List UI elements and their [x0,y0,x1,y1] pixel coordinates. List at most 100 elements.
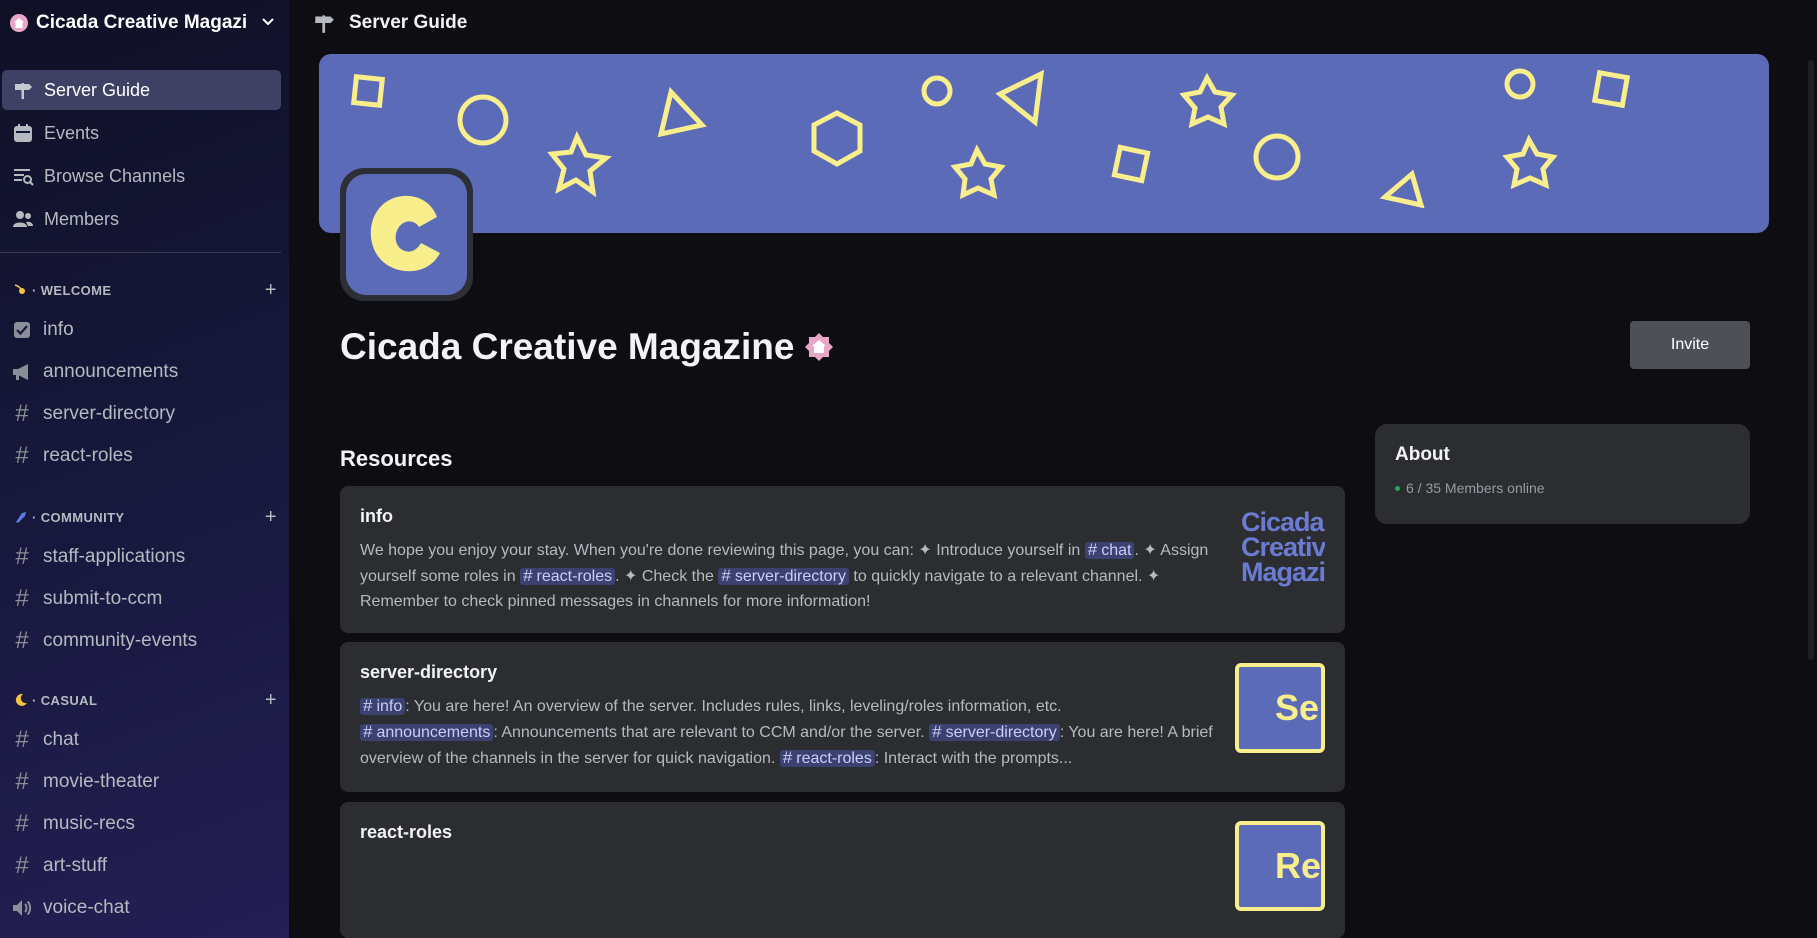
mention-label: react-roles [796,750,872,767]
resource-card-info[interactable]: info We hope you enjoy your stay. When y… [340,486,1345,633]
signpost-icon [12,79,34,101]
channel-server-directory[interactable]: # server-directory [0,393,289,435]
channel-label: react-roles [43,445,133,466]
top-bar: Server Guide [289,0,1817,46]
channel-community-events[interactable]: # community-events [0,620,289,662]
mention-label: info [376,698,403,715]
browse-channels-icon [12,165,34,187]
main-scrollbar[interactable] [1805,46,1817,938]
category-label: · WELCOME [32,282,112,298]
about-panel: About 6 / 35 Members online [1375,424,1750,524]
channel-label: server-directory [43,403,175,424]
guide-nav: Server Guide Events Browse Channels Memb… [0,46,289,239]
nav-label: Members [44,208,120,229]
invite-button[interactable]: Invite [1630,321,1750,369]
channel-label: submit-to-ccm [43,588,163,609]
main-content: Cicada Creative Magazine Invite Resource… [289,46,1805,938]
nav-label: Server Guide [44,79,151,100]
channel-chat[interactable]: # chat [0,719,289,761]
thumbnail-text: Rea [1275,845,1322,886]
add-channel-icon[interactable]: + [265,280,277,300]
server-title-row: Cicada Creative Magazine [340,326,834,368]
channel-label: info [43,319,74,340]
chevron-down-icon[interactable] [261,15,275,31]
server-header[interactable]: Cicada Creative Magazi [0,0,289,46]
channel-staff-applications[interactable]: # staff-applications [0,536,289,578]
online-status-dot [1395,485,1400,491]
calendar-icon [12,122,34,144]
thumbnail-logo-text: Cicada Creative Magazine [1241,510,1325,587]
channel-label: announcements [43,361,179,382]
add-channel-icon[interactable]: + [265,507,277,527]
channel-mention-chat[interactable]: # chat [1084,540,1135,559]
nav-label: Browse Channels [44,165,186,186]
card-text: : Interact with the prompts... [874,750,1073,767]
channel-movie-theater[interactable]: # movie-theater [0,761,289,803]
channel-mention-info[interactable]: # info [360,696,406,715]
nav-browse-channels[interactable]: Browse Channels [2,156,281,196]
channel-mention-server-directory[interactable]: # server-directory [718,566,849,585]
channel-art-stuff[interactable]: # art-stuff [0,845,289,887]
hash-icon: # [15,768,29,795]
card-body: # info: You are here! An overview of the … [360,693,1220,768]
channel-label: community-events [43,630,198,651]
server-title: Cicada Creative Magazine [340,326,795,367]
category-casual[interactable]: · CASUAL + [0,688,289,712]
nav-members[interactable]: Members [2,199,281,239]
card-title: server-directory [360,662,498,682]
channel-info[interactable]: info [0,309,289,351]
channel-mention-react-roles[interactable]: # react-roles [779,748,875,767]
hash-icon: # [15,726,29,753]
channel-mention-server-directory[interactable]: # server-directory [929,722,1060,741]
members-online: 6 / 35 Members online [1395,480,1730,496]
sidebar: Cicada Creative Magazi Server Guide Even… [0,0,289,938]
channel-submit-to-ccm[interactable]: # submit-to-ccm [0,578,289,620]
about-title: About [1395,444,1450,465]
server-home-badge-icon [804,332,834,362]
channel-label: chat [43,729,79,750]
card-text: We hope you enjoy your stay. When you're… [360,542,1085,559]
channel-mention-announcements[interactable]: # announcements [360,722,494,741]
card-thumbnail: Cicada Creative Magazine [1241,510,1325,588]
rules-channel-icon [11,319,33,341]
category-community[interactable]: · COMMUNITY + [0,505,289,529]
category-label: · COMMUNITY [32,509,125,525]
resource-card-react-roles[interactable]: react-roles Rea [340,802,1345,938]
channel-react-roles[interactable]: # react-roles [0,435,289,477]
resources-heading: Resources [340,446,453,471]
megaphone-icon [11,361,33,383]
server-home-icon [10,14,28,32]
nav-label: Events [44,122,100,143]
channel-label: music-recs [43,813,135,834]
scrollbar-thumb[interactable] [1808,60,1814,660]
resource-card-server-directory[interactable]: server-directory # info: You are here! An… [340,642,1345,792]
signpost-icon [311,10,337,36]
card-thumbnail: Serv [1235,663,1325,753]
nav-server-guide[interactable]: Server Guide [2,70,281,110]
rocket-icon [14,510,28,524]
mention-label: react-roles [536,568,613,585]
members-icon [12,208,34,230]
channel-announcements[interactable]: announcements [0,351,289,393]
category-welcome[interactable]: · WELCOME + [0,278,289,302]
channel-label: staff-applications [43,546,186,567]
channel-music-recs[interactable]: # music-recs [0,803,289,845]
moon-icon [14,693,28,707]
channel-mention-react-roles[interactable]: # react-roles [520,566,616,585]
card-thumbnail: Rea [1235,821,1325,911]
hash-icon: # [15,543,29,570]
server-banner [319,54,1769,233]
hash-icon: # [15,400,29,427]
card-title: info [360,506,393,526]
channel-label: voice-chat [43,897,130,918]
channel-voice-chat[interactable]: voice-chat [0,887,289,929]
hash-icon: # [15,810,29,837]
card-title: react-roles [360,822,453,842]
mention-label: server-directory [945,724,1057,741]
server-name: Cicada Creative Magazi [36,12,248,33]
page-title: Server Guide [349,12,468,33]
nav-events[interactable]: Events [2,113,281,153]
add-channel-icon[interactable]: + [265,690,277,710]
speaker-icon [11,897,33,919]
hash-icon: # [15,852,29,879]
